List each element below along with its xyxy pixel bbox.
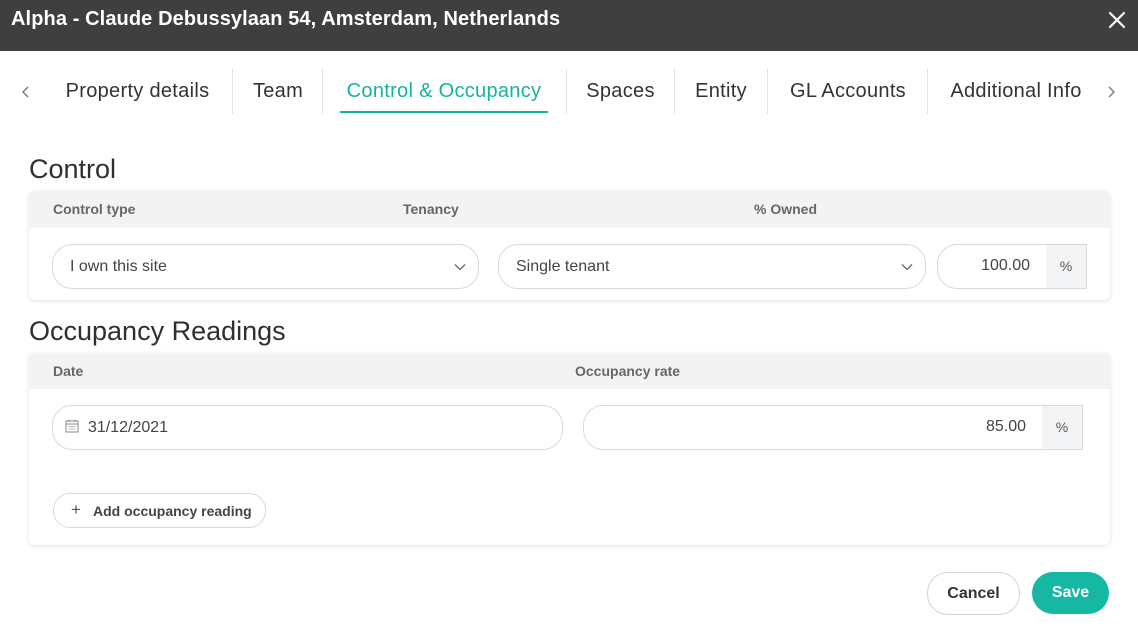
control-type-select[interactable]: I own this site [52, 244, 479, 289]
calendar-icon [65, 419, 79, 433]
tenancy-value: Single tenant [516, 258, 610, 275]
tab-separator [674, 69, 675, 114]
tab-property-details[interactable]: Property details [59, 68, 216, 114]
tab-additional-info[interactable]: Additional Info [945, 68, 1087, 114]
dialog-title: Alpha - Claude Debussylaan 54, Amsterdam… [11, 8, 561, 30]
col-date: Date [53, 363, 84, 379]
tab-spaces[interactable]: Spaces [584, 68, 657, 114]
tab-separator [566, 69, 567, 114]
chevron-down-icon [454, 264, 466, 271]
control-table-header: Control type Tenancy % Owned [29, 191, 1110, 228]
chevron-down-icon [901, 264, 913, 271]
percent-owned-unit: % [1046, 244, 1087, 289]
occupancy-card: Date Occupancy rate 31/12/2021 85.00 % +… [29, 353, 1110, 545]
tab-entity[interactable]: Entity [692, 68, 750, 114]
col-percent-owned: % Owned [754, 201, 818, 217]
plus-icon: + [71, 500, 81, 519]
control-card: Control type Tenancy % Owned I own this … [29, 191, 1110, 300]
tab-separator [232, 69, 233, 114]
date-value: 31/12/2021 [88, 419, 169, 436]
tab-separator [322, 69, 323, 114]
occupancy-section-title: Occupancy Readings [29, 316, 286, 346]
cancel-button[interactable]: Cancel [927, 572, 1020, 615]
col-tenancy: Tenancy [403, 201, 459, 217]
control-section-title: Control [29, 154, 117, 184]
add-occupancy-reading-label: Add occupancy reading [93, 503, 252, 519]
add-occupancy-reading-button[interactable]: + Add occupancy reading [53, 493, 266, 528]
tab-separator [927, 69, 928, 114]
control-type-value: I own this site [70, 258, 167, 275]
close-icon[interactable] [1104, 7, 1130, 33]
chevron-right-icon[interactable] [1104, 82, 1118, 102]
occupancy-rate-value: 85.00 [985, 418, 1026, 435]
tab-bar: Property details Team Control & Occupanc… [0, 68, 1138, 116]
tenancy-select[interactable]: Single tenant [498, 244, 926, 289]
occupancy-rate-input[interactable]: 85.00 [583, 405, 1043, 450]
chevron-left-icon[interactable] [19, 82, 33, 102]
tab-control-occupancy[interactable]: Control & Occupancy [340, 68, 548, 114]
tab-team[interactable]: Team [250, 68, 306, 114]
percent-owned-input[interactable]: 100.00 [937, 244, 1047, 289]
col-occupancy-rate: Occupancy rate [575, 363, 681, 379]
tab-gl-accounts[interactable]: GL Accounts [785, 68, 911, 114]
date-field[interactable]: 31/12/2021 [52, 405, 563, 450]
occupancy-rate-unit: % [1042, 405, 1083, 450]
col-control-type: Control type [53, 201, 136, 217]
dialog-header: Alpha - Claude Debussylaan 54, Amsterdam… [0, 0, 1138, 51]
tab-separator [767, 69, 768, 114]
save-button[interactable]: Save [1032, 572, 1109, 614]
occupancy-table-header: Date Occupancy rate [29, 353, 1110, 389]
percent-owned-value: 100.00 [981, 257, 1030, 274]
